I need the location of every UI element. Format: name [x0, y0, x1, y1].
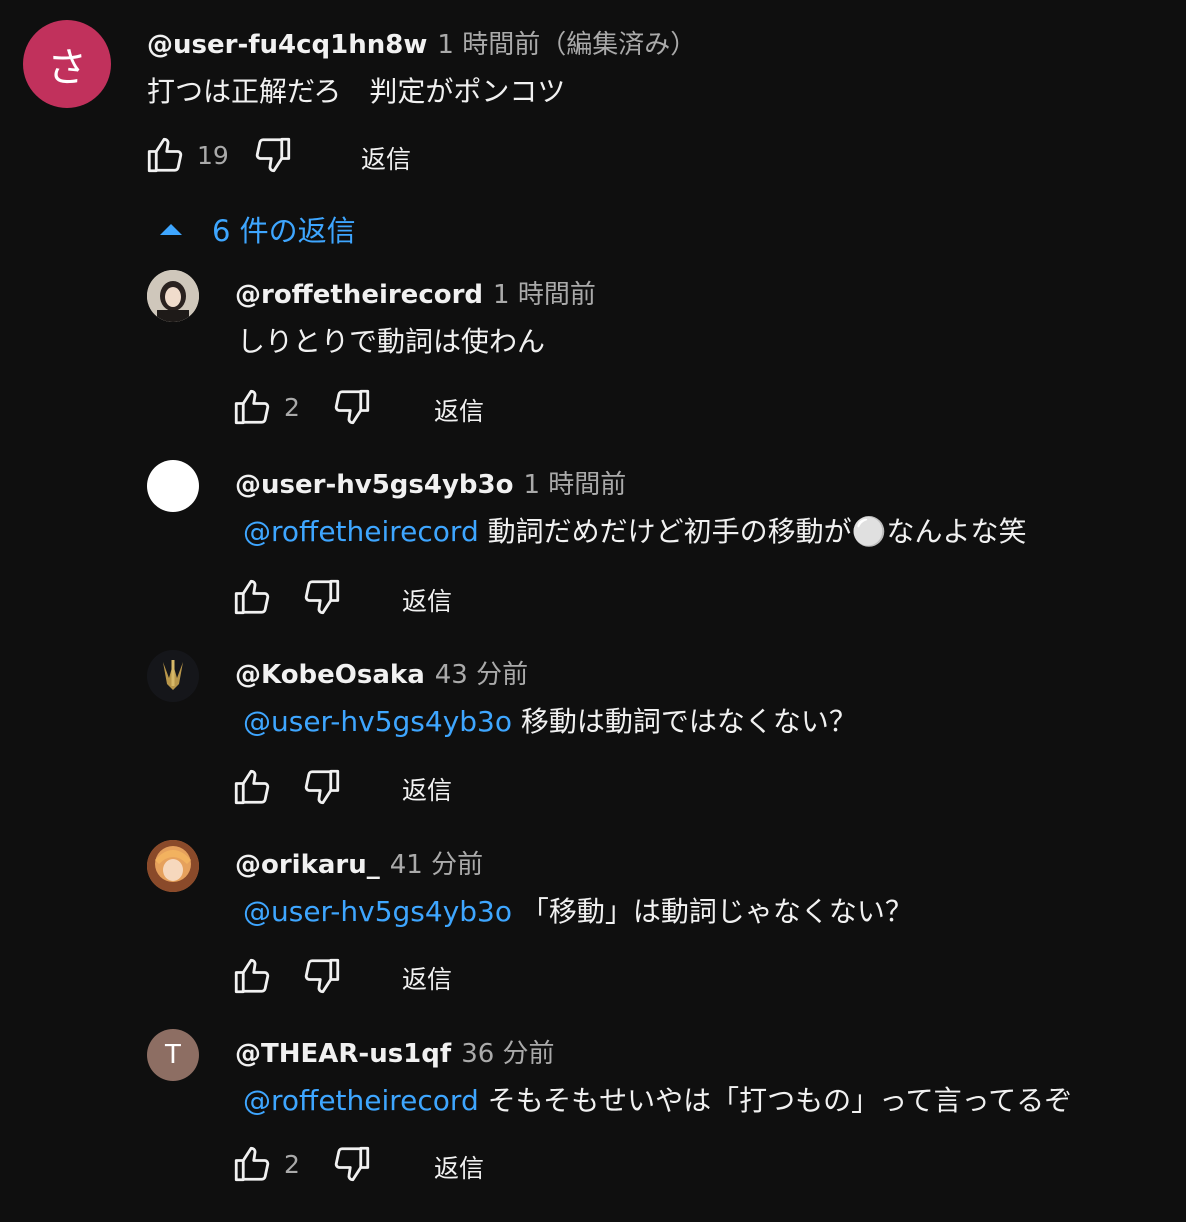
replies-toggle[interactable]: 6 件の返信: [160, 208, 356, 250]
avatar-emblem: [147, 650, 199, 702]
thumb-down-icon: [304, 769, 340, 805]
thumb-up-icon: [234, 769, 270, 805]
reply-button[interactable]: 返信: [402, 582, 452, 618]
comment-time[interactable]: 1 時間前（編集済み）: [437, 30, 696, 60]
reply-author[interactable]: @user-hv5gs4yb3o: [235, 470, 513, 500]
reply-header: @user-hv5gs4yb3o 1 時間前: [235, 464, 626, 501]
reply-header: @roffetheirecord 1 時間前: [235, 274, 596, 311]
comment-actions: 19: [143, 133, 295, 177]
reply-text: @user-hv5gs4yb3o 「移動」は動詞じゃなくない？: [243, 890, 913, 930]
like-button[interactable]: [230, 1142, 274, 1186]
reply-header: @THEAR-us1qf 36 分前: [235, 1033, 555, 1070]
dislike-button[interactable]: [300, 954, 344, 998]
thumb-up-icon: [147, 137, 183, 173]
dislike-button[interactable]: [300, 575, 344, 619]
dislike-button[interactable]: [251, 133, 295, 177]
like-button[interactable]: [230, 385, 274, 429]
avatar-letter: さ: [47, 45, 87, 91]
thumb-down-icon: [255, 137, 290, 173]
reply-author[interactable]: @orikaru_: [235, 850, 380, 880]
reply-button[interactable]: 返信: [402, 960, 452, 996]
reply-actions: 2: [230, 385, 374, 429]
reply-author[interactable]: @THEAR-us1qf: [235, 1039, 451, 1069]
avatar-letter: T: [165, 1040, 181, 1070]
thumb-down-icon: [334, 389, 370, 425]
reply-text-body: 移動は動詞ではなくない？: [520, 705, 857, 738]
comment-header: @user-fu4cq1hn8w 1 時間前（編集済み）: [147, 24, 696, 61]
reply-time[interactable]: 1 時間前: [493, 280, 596, 310]
like-button[interactable]: [230, 954, 274, 998]
mention-link[interactable]: @roffetheirecord: [243, 515, 479, 548]
reply-author[interactable]: @roffetheirecord: [235, 280, 483, 310]
like-count: 19: [197, 140, 229, 170]
avatar[interactable]: [147, 460, 199, 512]
reply-actions: [230, 765, 344, 809]
reply-text-body: そもそもせいやは「打つもの」って言ってるぞ: [487, 1084, 1073, 1117]
like-button[interactable]: [230, 765, 274, 809]
avatar-illustration: [147, 840, 199, 892]
thumb-up-icon: [234, 389, 270, 425]
reply-time[interactable]: 41 分前: [390, 850, 483, 880]
reply-header: @KobeOsaka 43 分前: [235, 654, 528, 691]
avatar[interactable]: T: [147, 1029, 199, 1081]
reply-text-body: 「移動」は動詞じゃなくない？: [520, 895, 913, 928]
thumb-up-icon: [234, 958, 270, 994]
replies-toggle-label: 6 件の返信: [212, 214, 356, 248]
thumb-down-icon: [334, 1146, 370, 1182]
reply-text: しりとりで動詞は使わん: [237, 320, 545, 360]
like-button[interactable]: [230, 575, 274, 619]
reply-text: @user-hv5gs4yb3o 移動は動詞ではなくない？: [243, 700, 857, 740]
like-count: 2: [284, 1149, 300, 1179]
dislike-button[interactable]: [330, 1142, 374, 1186]
reply-button[interactable]: 返信: [434, 1149, 484, 1185]
reply-text: @roffetheirecord 動詞だめだけど初手の移動が⚪️なんよな笑: [243, 510, 1027, 550]
like-button[interactable]: [143, 133, 187, 177]
avatar[interactable]: [147, 270, 199, 322]
reply-time[interactable]: 43 分前: [435, 660, 528, 690]
comment-text: 打つは正解だろ 判定がポンコツ: [147, 75, 566, 108]
mention-link[interactable]: @roffetheirecord: [243, 1084, 479, 1117]
reply-text-body: しりとりで動詞は使わん: [237, 325, 546, 358]
mention-link[interactable]: @user-hv5gs4yb3o: [243, 705, 512, 738]
comment-author[interactable]: @user-fu4cq1hn8w: [147, 30, 427, 60]
reply-time[interactable]: 36 分前: [461, 1039, 554, 1069]
reply-actions: [230, 954, 344, 998]
reply-text: @roffetheirecord そもそもせいやは「打つもの」って言ってるぞ: [243, 1079, 1072, 1119]
thumb-down-icon: [304, 579, 340, 615]
reply-actions: [230, 575, 344, 619]
reply-header: @orikaru_ 41 分前: [235, 844, 483, 881]
mention-link[interactable]: @user-hv5gs4yb3o: [243, 895, 512, 928]
reply-button[interactable]: 返信: [361, 140, 411, 176]
reply-author[interactable]: @KobeOsaka: [235, 660, 425, 690]
reply-actions: 2: [230, 1142, 374, 1186]
dislike-button[interactable]: [330, 385, 374, 429]
thumb-up-icon: [234, 579, 270, 615]
dislike-button[interactable]: [300, 765, 344, 809]
avatar[interactable]: [147, 650, 199, 702]
like-count: 2: [284, 392, 300, 422]
avatar[interactable]: [147, 840, 199, 892]
reply-time[interactable]: 1 時間前: [523, 470, 626, 500]
avatar[interactable]: さ: [23, 20, 111, 108]
thumb-up-icon: [234, 1146, 270, 1182]
reply-text-body: 動詞だめだけど初手の移動が⚪️なんよな笑: [487, 515, 1027, 548]
reply-button[interactable]: 返信: [402, 771, 452, 807]
reply-button[interactable]: 返信: [434, 392, 484, 428]
caret-up-icon: [160, 223, 182, 235]
avatar-photo: [147, 270, 199, 322]
thumb-down-icon: [304, 958, 340, 994]
